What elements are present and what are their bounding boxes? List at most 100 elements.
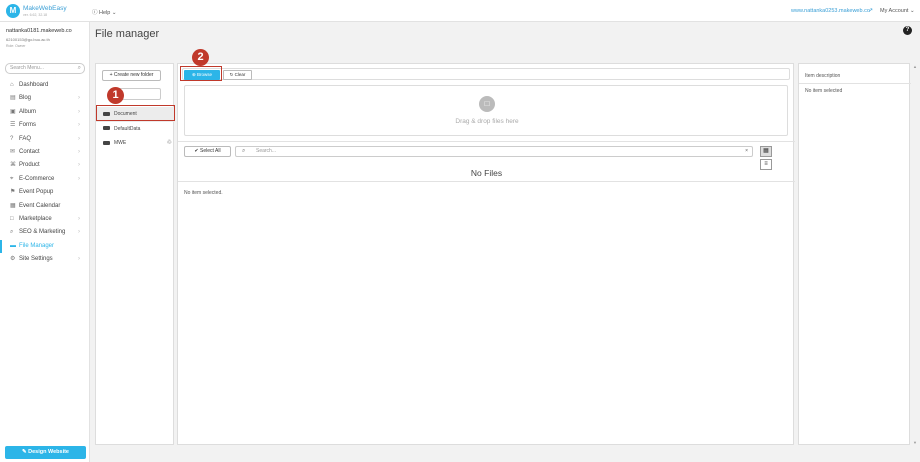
sidebar-item-faq[interactable]: ? FAQ › bbox=[0, 133, 90, 146]
sidebar-item-event-popup[interactable]: ⚑ Event Popup bbox=[0, 186, 90, 199]
divider bbox=[178, 141, 795, 142]
no-item-selected-text: No item selected. bbox=[184, 190, 223, 196]
annotation-highlight-browse bbox=[180, 66, 222, 81]
chevron-right-icon: › bbox=[78, 175, 80, 182]
clear-button[interactable]: ↻ Clear bbox=[223, 70, 252, 80]
folder-label: MWE bbox=[114, 140, 127, 146]
chevron-right-icon: › bbox=[78, 122, 80, 129]
sidebar-item-label: File Manager bbox=[19, 242, 55, 249]
top-bar: M MakeWebEasy ver. 6.62, 32.18 ⓘ Help ⌄ … bbox=[0, 0, 920, 22]
no-files-message: No Files bbox=[470, 168, 503, 178]
user-email: 62100153@go.buu.ac.th bbox=[6, 37, 50, 42]
sidebar-item-forms[interactable]: ☰ Forms › bbox=[0, 119, 90, 132]
chevron-right-icon: › bbox=[78, 229, 80, 236]
chevron-right-icon: › bbox=[78, 95, 80, 102]
annotation-step-2: 2 bbox=[192, 49, 209, 66]
sidebar-item-seo-marketing[interactable]: ⌕ SEO & Marketing › bbox=[0, 226, 90, 239]
brand-name[interactable]: MakeWebEasy bbox=[23, 5, 67, 12]
search-menu-placeholder: Search Menu... bbox=[10, 65, 44, 71]
product-icon: ⌘ bbox=[10, 162, 16, 169]
sidebar-item-label: E-Commerce bbox=[19, 175, 55, 182]
external-link-icon[interactable]: ↗ bbox=[868, 7, 873, 14]
search-icon: ⌕ bbox=[77, 65, 81, 71]
help-menu[interactable]: ⓘ Help ⌄ bbox=[92, 8, 116, 16]
folder-label: DefaultData bbox=[114, 125, 141, 132]
sidebar: nattanka0181.makeweb.co 62100153@go.buu.… bbox=[0, 22, 90, 462]
trash-icon[interactable]: ♲ bbox=[167, 136, 172, 151]
upload-bar: ⊕ Browse ↻ Clear bbox=[182, 68, 790, 80]
folder-item-mwe[interactable]: MWE ♲ bbox=[96, 136, 175, 151]
seo-icon: ⌕ bbox=[10, 229, 14, 236]
drop-zone-text: Drag & drop files here bbox=[455, 118, 519, 125]
chevron-right-icon: › bbox=[78, 108, 80, 115]
brand-version: ver. 6.62, 32.18 bbox=[23, 13, 48, 17]
item-description-panel: Item description No item selected bbox=[798, 63, 911, 445]
clear-search-icon[interactable]: × bbox=[745, 147, 748, 156]
chevron-right-icon: › bbox=[78, 135, 80, 142]
divider bbox=[799, 83, 911, 84]
sidebar-item-label: Contact bbox=[19, 149, 40, 155]
page-title: File manager bbox=[95, 28, 160, 40]
sidebar-item-file-manager[interactable]: ▬ File Manager bbox=[0, 239, 90, 253]
folder-icon bbox=[103, 126, 110, 131]
description-empty-text: No item selected bbox=[805, 88, 843, 94]
scroll-down-arrow-icon[interactable]: ▼ bbox=[913, 440, 917, 445]
file-icon: □ bbox=[479, 96, 495, 112]
home-icon: ⌂ bbox=[10, 82, 14, 88]
sidebar-item-product[interactable]: ⌘ Product › bbox=[0, 159, 90, 172]
faq-icon: ? bbox=[10, 135, 14, 142]
sidebar-item-label: Album bbox=[19, 108, 37, 115]
sidebar-item-marketplace[interactable]: □ Marketplace › bbox=[0, 213, 90, 226]
sidebar-item-label: Marketplace bbox=[19, 216, 52, 222]
calendar-icon: ▦ bbox=[10, 202, 16, 209]
design-website-button[interactable]: ✎ Design Website bbox=[5, 446, 86, 459]
contact-icon: ✉ bbox=[10, 149, 16, 155]
sidebar-item-label: Event Popup bbox=[19, 189, 54, 196]
chevron-right-icon: › bbox=[78, 216, 80, 222]
sidebar-item-blog[interactable]: ▤ Blog › bbox=[0, 92, 90, 105]
my-account-menu[interactable]: My Account ⌄ bbox=[880, 8, 915, 14]
site-url-link[interactable]: www.nattanka0253.makeweb.co bbox=[791, 8, 870, 14]
popup-icon: ⚑ bbox=[10, 189, 16, 196]
grid-view-button[interactable]: ▦ bbox=[760, 146, 772, 157]
sidebar-item-label: Product bbox=[19, 162, 40, 169]
select-all-button[interactable]: ✔ Select All bbox=[184, 146, 231, 157]
sidebar-item-site-settings[interactable]: ⚙ Site Settings › bbox=[0, 253, 90, 266]
sidebar-item-album[interactable]: ▣ Album › bbox=[0, 106, 90, 119]
search-icon: ⌕ bbox=[242, 148, 246, 154]
file-panel: ⊕ Browse ↻ Clear □ Drag & drop files her… bbox=[177, 63, 795, 445]
chevron-right-icon: › bbox=[78, 149, 80, 155]
market-icon: □ bbox=[10, 216, 14, 222]
user-name: nattanka0181.makeweb.co bbox=[6, 28, 72, 34]
chevron-right-icon: › bbox=[78, 256, 80, 263]
divider bbox=[178, 181, 795, 182]
drop-zone[interactable]: □ Drag & drop files here bbox=[184, 85, 788, 136]
blog-icon: ▤ bbox=[10, 95, 16, 102]
search-menu-input[interactable]: Search Menu... ⌕ bbox=[5, 63, 85, 74]
sidebar-item-label: Blog bbox=[19, 95, 32, 102]
folder-icon bbox=[103, 140, 110, 145]
folder-icon: ▬ bbox=[10, 242, 16, 249]
user-role: Role: Owner bbox=[6, 44, 26, 48]
file-search-placeholder: Search... bbox=[256, 148, 277, 154]
sidebar-item-label: Dashboard bbox=[19, 82, 49, 88]
sidebar-item-event-calendar[interactable]: ▦ Event Calendar bbox=[0, 200, 90, 213]
forms-icon: ☰ bbox=[10, 122, 16, 129]
scroll-up-arrow-icon[interactable]: ▲ bbox=[913, 64, 917, 69]
description-title: Item description bbox=[805, 73, 841, 79]
brand-logo-icon[interactable]: M bbox=[6, 4, 20, 18]
album-icon: ▣ bbox=[10, 108, 16, 115]
sidebar-item-dashboard[interactable]: ⌂ Dashboard bbox=[0, 79, 90, 92]
folder-item-defaultdata[interactable]: DefaultData bbox=[96, 122, 175, 137]
file-search-input[interactable]: ⌕ Search... × bbox=[235, 146, 753, 157]
create-folder-button[interactable]: + Create new folder bbox=[102, 70, 161, 81]
sidebar-item-e-commerce[interactable]: ⌖ E-Commerce › bbox=[0, 173, 90, 186]
sidebar-item-contact[interactable]: ✉ Contact › bbox=[0, 146, 90, 159]
help-icon[interactable]: ? bbox=[903, 26, 912, 35]
sidebar-item-label: SEO & Marketing bbox=[19, 229, 66, 236]
annotation-step-1: 1 bbox=[107, 87, 124, 104]
sidebar-item-label: Site Settings bbox=[19, 256, 53, 263]
tag-icon: ⌖ bbox=[10, 175, 14, 182]
folder-name-input[interactable] bbox=[119, 88, 161, 100]
annotation-highlight-document bbox=[96, 105, 175, 121]
